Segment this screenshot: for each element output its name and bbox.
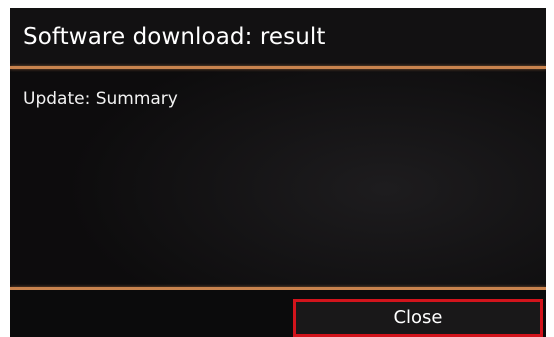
page-title: Software download: result	[23, 24, 326, 50]
display-screen: Software download: result Update: Summar…	[10, 8, 546, 337]
header-bar: Software download: result	[10, 8, 546, 66]
device-bezel: Software download: result Update: Summar…	[0, 0, 554, 337]
section-label: Update: Summary	[23, 89, 178, 109]
footer-bar: Close	[10, 290, 546, 337]
close-button[interactable]: Close	[293, 299, 543, 337]
